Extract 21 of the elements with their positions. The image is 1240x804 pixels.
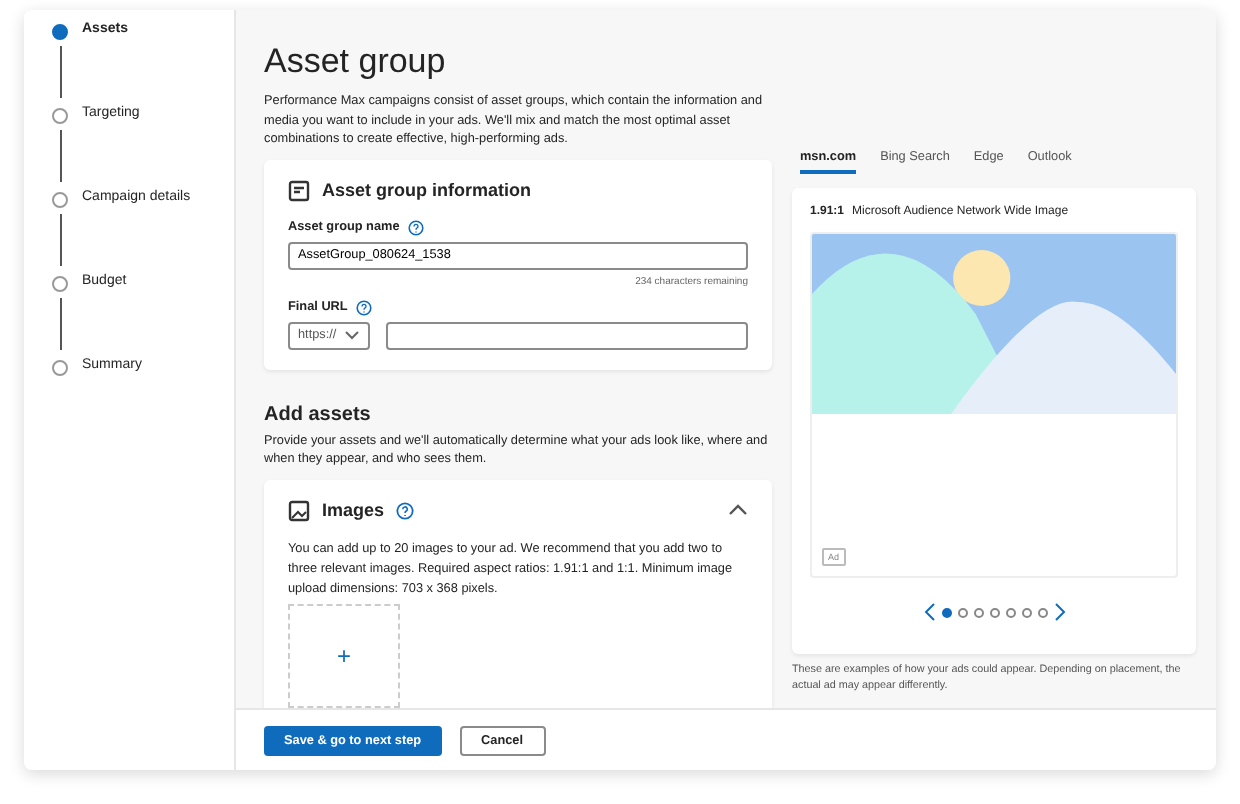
page-title: Asset group [264, 42, 448, 82]
pager-dot[interactable] [1005, 607, 1015, 617]
form-icon [288, 179, 310, 201]
pager-dot[interactable] [989, 607, 999, 617]
card-title: Images [322, 500, 385, 520]
card-title: Asset group information [322, 180, 532, 200]
pager-dot[interactable] [941, 607, 951, 617]
help-icon[interactable] [355, 299, 372, 315]
next-icon[interactable] [1053, 602, 1065, 622]
pager-dot[interactable] [1037, 607, 1047, 617]
image-icon [288, 499, 310, 521]
pager-dot[interactable] [973, 607, 983, 617]
help-icon[interactable] [396, 501, 415, 519]
chevron-icon[interactable] [728, 504, 748, 516]
section-title: Add assets [264, 403, 373, 425]
pager-dot[interactable] [1021, 607, 1031, 617]
help-icon[interactable] [407, 219, 424, 235]
pager-dot[interactable] [957, 607, 967, 617]
previous-icon[interactable] [923, 602, 935, 622]
url-field[interactable] [386, 321, 748, 349]
chevron-down-icon [344, 330, 361, 340]
